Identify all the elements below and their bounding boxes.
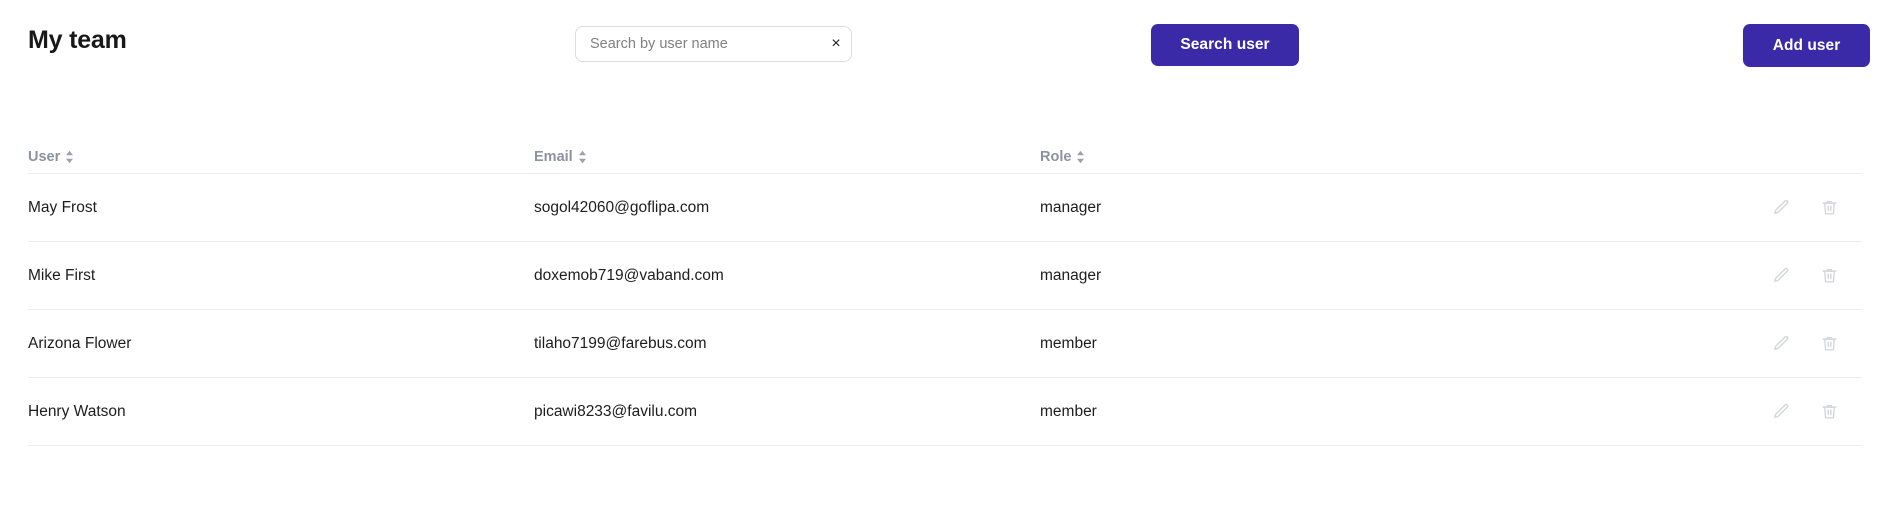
cell-user: May Frost [28,198,97,216]
edit-icon[interactable] [1770,197,1792,219]
cell-role: manager [1040,266,1102,284]
table-header-row: User Email Role [28,140,1862,174]
cell-role: member [1040,402,1097,420]
column-header-role[interactable]: Role [1040,148,1540,166]
row-actions [1540,197,1862,219]
edit-icon[interactable] [1770,265,1792,287]
page-toolbar: My team × Search user Add user [0,0,1898,100]
cell-user: Henry Watson [28,402,126,420]
table-row[interactable]: Mike First doxemob719@vaband.com manager [28,242,1862,310]
table-row[interactable]: May Frost sogol42060@goflipa.com manager [28,174,1862,242]
delete-icon[interactable] [1818,265,1840,287]
add-user-button[interactable]: Add user [1743,24,1870,67]
search-user-button[interactable]: Search user [1151,24,1299,66]
cell-email: doxemob719@vaband.com [534,266,724,284]
column-header-role-label: Role [1040,148,1072,165]
row-actions [1540,333,1862,355]
cell-role: manager [1040,198,1102,216]
cell-role: member [1040,334,1097,352]
search-field-wrapper: × [575,26,852,62]
my-team-page: My team × Search user Add user User [0,0,1898,532]
row-actions [1540,401,1862,423]
delete-icon[interactable] [1818,401,1840,423]
table-row[interactable]: Arizona Flower tilaho7199@farebus.com me… [28,310,1862,378]
sort-updown-icon [65,150,74,164]
cell-email: tilaho7199@farebus.com [534,334,707,352]
cell-user: Arizona Flower [28,334,132,352]
table-row[interactable]: Henry Watson picawi8233@favilu.com membe… [28,378,1862,446]
sort-updown-icon [1076,150,1085,164]
column-header-user[interactable]: User [28,148,534,166]
column-header-email[interactable]: Email [534,148,1040,166]
users-table: User Email Role May Frost sogol42060@gof… [28,140,1862,446]
page-title: My team [28,26,127,54]
edit-icon[interactable] [1770,401,1792,423]
cell-user: Mike First [28,266,96,284]
search-input[interactable] [590,27,821,61]
close-icon[interactable]: × [821,27,851,61]
cell-email: sogol42060@goflipa.com [534,198,710,216]
cell-email: picawi8233@favilu.com [534,402,698,420]
column-header-user-label: User [28,148,61,165]
edit-icon[interactable] [1770,333,1792,355]
sort-updown-icon [578,150,587,164]
delete-icon[interactable] [1818,197,1840,219]
row-actions [1540,265,1862,287]
delete-icon[interactable] [1818,333,1840,355]
column-header-email-label: Email [534,148,573,165]
search-box[interactable]: × [575,26,852,62]
